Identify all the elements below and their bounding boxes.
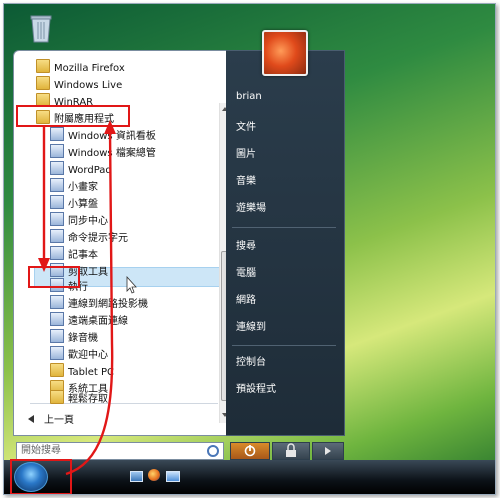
power-options-button[interactable] xyxy=(312,442,344,460)
show-desktop-icon[interactable] xyxy=(130,471,143,482)
search-input[interactable]: 開始搜尋 xyxy=(16,442,224,460)
list-item[interactable]: 連線到網路投影機 xyxy=(50,295,148,310)
right-item-pictures[interactable]: 圖片 xyxy=(236,145,256,165)
right-item-games[interactable]: 遊樂場 xyxy=(236,199,266,219)
search-placeholder: 開始搜尋 xyxy=(21,445,61,456)
list-item[interactable]: Windows Live xyxy=(36,76,122,91)
right-item-default-programs[interactable]: 預設程式 xyxy=(236,380,276,400)
divider xyxy=(232,345,336,346)
mouse-cursor-icon xyxy=(126,276,137,294)
power-icon xyxy=(244,445,256,457)
power-button[interactable] xyxy=(230,442,270,460)
taskbar xyxy=(4,460,495,494)
app-icon xyxy=(50,178,64,192)
list-item[interactable]: 同步中心 xyxy=(50,212,108,227)
list-item[interactable]: 命令提示字元 xyxy=(50,229,128,244)
list-item[interactable]: 錄音機 xyxy=(50,329,98,344)
right-item-search[interactable]: 搜尋 xyxy=(236,237,256,257)
annotation-box-accessories xyxy=(16,105,130,127)
user-avatar[interactable] xyxy=(262,30,308,76)
list-item[interactable]: 遠端桌面連線 xyxy=(50,312,128,327)
right-item-computer[interactable]: 電腦 xyxy=(236,264,256,284)
switch-windows-icon[interactable] xyxy=(166,471,180,482)
folder-icon xyxy=(36,76,50,90)
app-icon xyxy=(50,229,64,243)
right-item-user[interactable]: brian xyxy=(236,87,262,107)
right-item-control-panel[interactable]: 控制台 xyxy=(236,353,266,373)
lock-icon xyxy=(286,443,296,457)
list-item[interactable]: 歡迎中心 xyxy=(50,346,108,361)
lock-button[interactable] xyxy=(272,442,310,460)
right-item-music[interactable]: 音樂 xyxy=(236,172,256,192)
right-item-connect-to[interactable]: 連線到 xyxy=(236,318,266,338)
divider xyxy=(232,227,336,228)
back-arrow-icon xyxy=(28,415,34,423)
right-item-documents[interactable]: 文件 xyxy=(236,118,256,138)
right-item-network[interactable]: 網路 xyxy=(236,291,256,311)
app-icon xyxy=(50,212,64,226)
folder-icon xyxy=(36,59,50,73)
annotation-box-run xyxy=(28,266,80,288)
list-item[interactable]: Tablet PC xyxy=(50,363,114,378)
start-menu-places: brian 文件 圖片 音樂 遊樂場 搜尋 電腦 網路 連線到 控制台 預設程式 xyxy=(226,50,345,436)
annotation-box-start xyxy=(10,459,72,494)
firefox-icon[interactable] xyxy=(148,469,160,481)
app-icon xyxy=(50,329,64,343)
chevron-right-icon xyxy=(325,447,331,455)
list-item[interactable]: Windows 檔案總管 xyxy=(50,144,156,159)
list-item[interactable]: 小算盤 xyxy=(50,195,98,210)
app-icon xyxy=(50,312,64,326)
recycle-bin-icon[interactable] xyxy=(28,12,54,44)
folder-icon xyxy=(50,363,64,377)
list-item[interactable]: 小畫家 xyxy=(50,178,98,193)
list-item[interactable]: Windows 資訊看板 xyxy=(50,127,156,142)
app-icon xyxy=(50,161,64,175)
list-item[interactable]: 記事本 xyxy=(50,246,98,261)
back-button[interactable]: 上一頁 xyxy=(28,413,74,428)
desktop: Mozilla Firefox Windows Live WinRAR 附屬應用… xyxy=(3,3,496,495)
folder-icon xyxy=(50,390,64,404)
app-icon xyxy=(50,246,64,260)
app-icon xyxy=(50,144,64,158)
list-item[interactable]: WordPad xyxy=(50,161,112,176)
list-item[interactable]: Mozilla Firefox xyxy=(36,59,125,74)
search-icon xyxy=(207,445,219,457)
list-item[interactable]: 輕鬆存取 xyxy=(50,390,108,405)
app-icon xyxy=(50,295,64,309)
app-icon xyxy=(50,195,64,209)
app-icon xyxy=(50,127,64,141)
app-icon xyxy=(50,346,64,360)
